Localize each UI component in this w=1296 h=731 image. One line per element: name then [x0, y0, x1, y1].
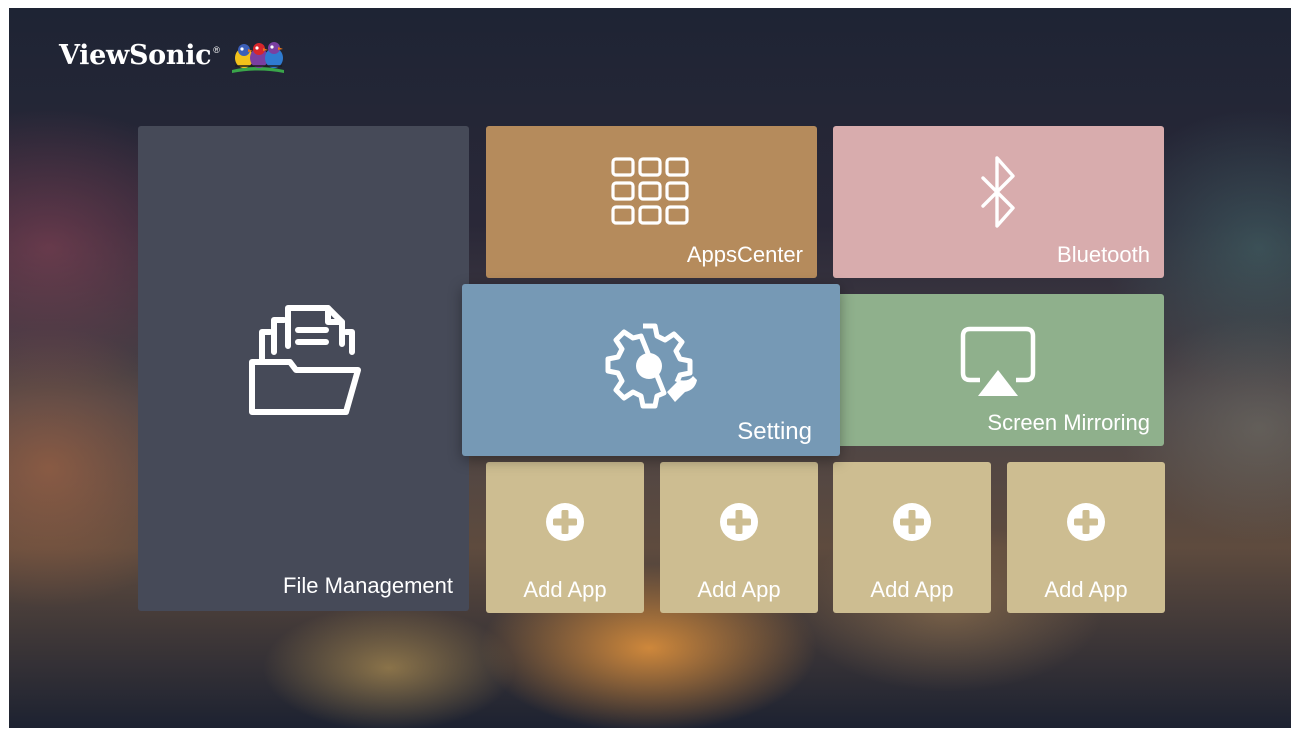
screen-mirroring-label: Screen Mirroring	[987, 410, 1150, 435]
file-management-tile[interactable]: File Management	[138, 126, 469, 611]
home-screen: ViewSonic ® File Management AppsCenter B…	[9, 8, 1291, 728]
screen-mirroring-tile[interactable]: Screen Mirroring	[827, 294, 1164, 446]
gear-wrench-icon	[605, 323, 697, 409]
brand-name: ViewSonic	[59, 39, 212, 71]
file-management-label: File Management	[283, 573, 453, 598]
add-app-tile-4[interactable]: Add App	[1007, 462, 1165, 613]
add-app-tile-3[interactable]: Add App	[833, 462, 991, 613]
apps-center-label: AppsCenter	[686, 242, 803, 267]
birds-logo-icon	[231, 42, 284, 73]
add-app-label: Add App	[523, 577, 607, 602]
bluetooth-tile[interactable]: Bluetooth	[833, 126, 1164, 278]
setting-label: Setting	[737, 418, 812, 445]
apps-center-tile[interactable]: AppsCenter	[486, 126, 817, 278]
add-app-label: Add App	[1044, 577, 1128, 602]
add-app-tile-2[interactable]: Add App	[660, 462, 818, 613]
folder-documents-icon	[249, 305, 361, 415]
plus-circle-icon	[893, 503, 931, 541]
add-app-tile-1[interactable]: Add App	[486, 462, 644, 613]
registered-mark: ®	[213, 45, 220, 55]
viewsonic-logo: ViewSonic ®	[59, 35, 286, 75]
add-app-label: Add App	[870, 577, 954, 602]
plus-circle-icon	[1067, 503, 1105, 541]
apps-grid-icon	[611, 157, 689, 225]
plus-circle-icon	[546, 503, 584, 541]
bluetooth-label: Bluetooth	[1057, 242, 1150, 267]
setting-tile[interactable]: Setting	[462, 284, 840, 456]
add-app-label: Add App	[697, 577, 781, 602]
plus-circle-icon	[720, 503, 758, 541]
airplay-icon	[960, 326, 1036, 396]
bluetooth-icon	[981, 156, 1015, 228]
